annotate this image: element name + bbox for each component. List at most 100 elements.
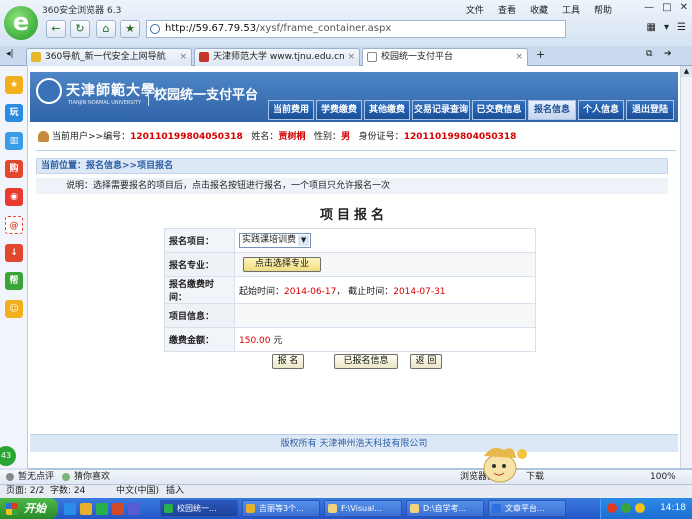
browser-app-name: 360安全浏览器 6.3	[42, 6, 122, 16]
tray-360-icon[interactable]	[621, 503, 631, 513]
nav-paid-info[interactable]: 已交费信息	[472, 100, 526, 120]
taskbar-item-browser[interactable]: 校园统一...	[160, 500, 238, 517]
system-name: 校园统一支付平台	[154, 88, 259, 103]
minimize-icon[interactable]: —	[644, 2, 654, 13]
divider	[36, 150, 676, 151]
back-icon[interactable]: ←	[46, 20, 66, 38]
select-major-button[interactable]: 点击选择专业	[243, 257, 321, 272]
start-button[interactable]: 开始	[0, 498, 58, 519]
folder-icon	[328, 504, 337, 513]
menu-view[interactable]: 查看	[498, 3, 516, 16]
registered-info-button[interactable]: 已报名信息	[334, 354, 398, 369]
nav-registration-info[interactable]: 报名信息	[528, 100, 576, 120]
nav-tuition-payment[interactable]: 学费缴费	[316, 100, 362, 120]
vertical-scrollbar[interactable]: ▲	[680, 66, 692, 468]
nav-current-fees[interactable]: 当前费用	[268, 100, 314, 120]
close-tab-icon[interactable]: ×	[515, 49, 523, 65]
tab-label: 天津师范大学 www.tjnu.edu.cn	[213, 52, 345, 62]
end-label: 截止时间：	[348, 286, 394, 297]
sidebar-shop-icon[interactable]: 购	[5, 160, 23, 178]
current-user-bar: 当前用户>>编号：120110199804050318 姓名：贾树桐 性别：男 …	[36, 128, 676, 146]
quicklaunch-app-icon[interactable]	[112, 503, 124, 515]
taskbar-item-label: 校园统一...	[177, 504, 217, 513]
tab-tjnu[interactable]: 天津师范大学 www.tjnu.edu.cn ×	[194, 48, 360, 66]
home-icon[interactable]: ⌂	[96, 20, 116, 38]
quicklaunch-folder-icon[interactable]	[80, 503, 92, 515]
quicklaunch-ie-icon[interactable]	[64, 503, 76, 515]
dropdown-icon[interactable]: ▾	[664, 22, 669, 33]
browser-toolbar: e 360安全浏览器 6.3 文件 查看 收藏 工具 帮助 — □ ✕ ← ↻ …	[0, 0, 692, 46]
taskbar-item-visual[interactable]: F:\Visual...	[324, 500, 402, 517]
grid-icon[interactable]: ▦	[647, 22, 656, 33]
refresh-icon[interactable]: ↻	[70, 20, 90, 38]
project-select[interactable]: 实践课培训费 ▼	[239, 233, 312, 248]
amount-value: 150.00	[239, 336, 271, 346]
start-label: 起始时间：	[239, 286, 285, 297]
close-tab-icon[interactable]: ×	[179, 49, 187, 65]
taskbar-item-chat[interactable]: 吉丽等3个...	[242, 500, 320, 517]
page-count: 页面: 2/2	[6, 486, 45, 496]
scroll-up-icon[interactable]: ▲	[681, 66, 692, 77]
amount-cell: 150.00 元	[234, 327, 536, 352]
nav-logout[interactable]: 退出登陆	[626, 100, 674, 120]
menu-file[interactable]: 文件	[466, 3, 484, 16]
taskbar-item-label: D:\自学考...	[423, 504, 467, 513]
close-tab-icon[interactable]: ×	[347, 49, 355, 65]
close-window-icon[interactable]: ✕	[680, 2, 688, 13]
sidebar-weibo-icon[interactable]: ◉	[5, 188, 23, 206]
sidebar-mail-icon[interactable]: @	[5, 216, 23, 234]
form-row-major: 报名专业： 点击选择专业	[164, 252, 536, 277]
taskbar-item-article[interactable]: 文章平台...	[488, 500, 566, 517]
menu-tools[interactable]: 工具	[562, 3, 580, 16]
tab-payment-platform[interactable]: 校园统一支付平台 ×	[362, 48, 528, 66]
form-row-amount: 缴费金额： 150.00 元	[164, 327, 536, 352]
nav-transaction-query[interactable]: 交易记录查询	[412, 100, 470, 120]
user-name-label: 姓名：	[251, 132, 279, 142]
university-emblem-icon	[36, 78, 62, 104]
sidebar-help-icon[interactable]: 帮	[5, 272, 23, 290]
no-comment-text[interactable]: 暂无点评	[18, 470, 54, 484]
address-host: http://59.67.79.53	[165, 23, 257, 34]
favorite-star-icon[interactable]: ★	[120, 20, 140, 38]
sidebar-favorites-icon[interactable]: ★	[5, 76, 23, 94]
registration-form: 报名项目： 实践课培训费 ▼ 报名专业： 点击选择专业 报名缴费时间： 起始时间…	[164, 228, 536, 352]
university-name: 天津師範大學	[66, 83, 156, 99]
submit-registration-button[interactable]: 报 名	[272, 354, 304, 369]
sidebar-download-icon[interactable]: ↓	[5, 244, 23, 262]
quicklaunch-360-icon[interactable]	[96, 503, 108, 515]
info-cell	[234, 303, 536, 328]
nav-personal-info[interactable]: 个人信息	[578, 100, 624, 120]
tab-list-icon[interactable]: ◂|	[6, 49, 14, 59]
instruction-note: 说明：选择需要报名的项目后，点击报名按钮进行报名，一个项目只允许报名一次	[36, 178, 668, 194]
tab-arrow-icon[interactable]: ➔	[664, 49, 672, 59]
user-id: 120110199804050318	[130, 132, 243, 142]
sidebar-book-icon[interactable]: ▥	[5, 132, 23, 150]
menu-icon[interactable]: ☰	[677, 22, 686, 33]
back-button[interactable]: 返 回	[410, 354, 442, 369]
breadcrumb: 当前位置：报名信息>>项目报名	[36, 158, 668, 174]
tab-favicon	[199, 52, 209, 62]
taskbar-item-selfstudy[interactable]: D:\自学考...	[406, 500, 484, 517]
new-tab-button[interactable]: +	[536, 48, 545, 61]
browser-sidebar: ★ 玩 ▥ 购 ◉ @ ↓ 帮 ☺	[0, 66, 28, 468]
tray-security-icon[interactable]	[607, 503, 617, 513]
word-status-bar: 页面: 2/2 字数: 24 中文(中国) 插入	[0, 484, 692, 498]
insert-mode[interactable]: 插入	[166, 485, 184, 498]
taskbar-item-label: 文章平台...	[505, 504, 545, 513]
sidebar-smile-icon[interactable]: ☺	[5, 300, 23, 318]
user-idcard-label: 身份证号：	[358, 132, 404, 142]
maximize-icon[interactable]: □	[662, 2, 671, 13]
tab-360-nav[interactable]: 360导航_新一代安全上网导航 ×	[26, 48, 192, 66]
period-cell: 起始时间：2014-06-17， 截止时间：2014-07-31	[234, 276, 536, 304]
address-bar[interactable]: http://59.67.79.53/xysf/frame_container.…	[146, 20, 566, 38]
guess-you-like-text[interactable]: 猜你喜欢	[74, 470, 110, 484]
folder-icon	[410, 504, 419, 513]
tray-network-icon[interactable]	[635, 503, 645, 513]
zoom-level[interactable]: 100%	[650, 470, 676, 484]
sidebar-play-icon[interactable]: 玩	[5, 104, 23, 122]
nav-other-payment[interactable]: 其他缴费	[364, 100, 410, 120]
menu-help[interactable]: 帮助	[594, 3, 612, 16]
quicklaunch-media-icon[interactable]	[128, 503, 140, 515]
restore-tab-icon[interactable]: ⧉	[646, 49, 652, 59]
menu-favorites[interactable]: 收藏	[530, 3, 548, 16]
